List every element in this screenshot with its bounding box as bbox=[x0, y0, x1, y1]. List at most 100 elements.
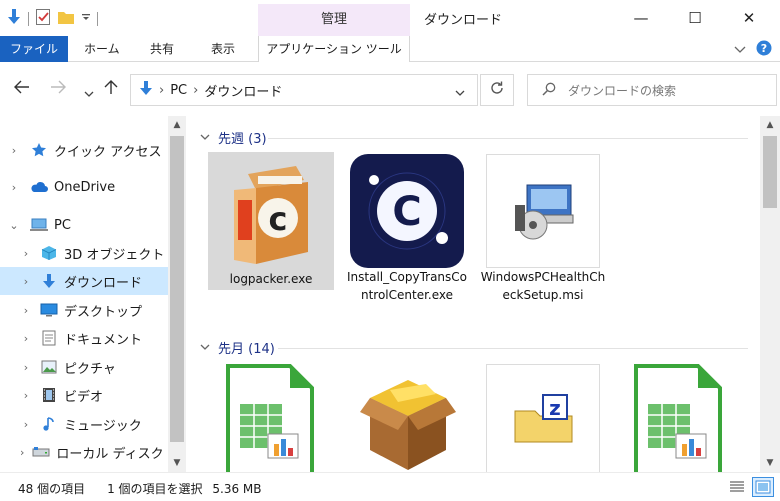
search-icon bbox=[542, 82, 556, 99]
address-separator[interactable]: › bbox=[193, 83, 198, 98]
nav-item-pictures[interactable]: › ピクチャ bbox=[0, 353, 168, 381]
tab-view[interactable]: 表示 bbox=[211, 36, 235, 62]
file-item-package[interactable] bbox=[344, 362, 470, 472]
pc-icon bbox=[30, 217, 48, 233]
file-item-spreadsheet-2[interactable] bbox=[616, 362, 742, 472]
download-arrow-icon[interactable] bbox=[6, 8, 22, 29]
nav-item-downloads[interactable]: › ダウンロード bbox=[0, 267, 168, 295]
group-header-last-week[interactable]: 先週 (3) bbox=[200, 128, 267, 147]
file-item-logpacker[interactable]: c logpacker.exe bbox=[208, 152, 334, 290]
customize-dropdown-icon[interactable] bbox=[81, 11, 91, 26]
status-bar: 48 個の項目 1 個の項目を選択 5.36 MB bbox=[0, 472, 780, 501]
address-separator[interactable]: › bbox=[159, 83, 164, 98]
close-button[interactable]: ✕ bbox=[722, 0, 776, 36]
help-icon[interactable]: ? bbox=[756, 40, 772, 59]
installer-box-c-icon: c bbox=[214, 156, 328, 270]
details-view-icon bbox=[730, 481, 744, 492]
nav-item-pc[interactable]: ⌄ PC bbox=[0, 211, 168, 239]
recent-locations-icon[interactable] bbox=[84, 83, 94, 102]
file-item-windows-pc-health-check[interactable]: WindowsPCHealthCheckSetup.msi bbox=[480, 152, 606, 312]
selected-count: 1 個の項目を選択 bbox=[107, 482, 203, 496]
expand-chevron[interactable]: › bbox=[20, 332, 32, 345]
file-item-spreadsheet-1[interactable] bbox=[208, 362, 334, 472]
toolbar-divider bbox=[28, 11, 29, 26]
scroll-down-arrow-icon[interactable]: ▼ bbox=[168, 458, 186, 468]
large-icons-view-icon bbox=[755, 480, 771, 494]
expand-chevron[interactable]: › bbox=[20, 304, 32, 317]
cube-icon bbox=[40, 245, 58, 261]
expand-chevron[interactable]: › bbox=[8, 144, 20, 157]
new-folder-icon[interactable] bbox=[57, 9, 75, 28]
breadcrumb-pc[interactable]: PC bbox=[170, 83, 187, 98]
nav-item-desktop[interactable]: › デスクトップ bbox=[0, 296, 168, 324]
package-box-icon bbox=[350, 368, 464, 472]
expand-chevron[interactable]: › bbox=[20, 446, 24, 459]
zip-folder-icon: z bbox=[486, 364, 600, 472]
up-arrow-icon[interactable] bbox=[104, 79, 118, 99]
ribbon-tab-bar: ファイル ホーム 共有 表示 アプリケーション ツール ? bbox=[0, 36, 780, 62]
collapse-chevron-icon[interactable] bbox=[200, 340, 210, 355]
expand-ribbon-icon[interactable] bbox=[734, 43, 746, 57]
manage-context-tab[interactable]: 管理 bbox=[258, 4, 410, 36]
expand-chevron[interactable]: › bbox=[20, 389, 32, 402]
disk-icon bbox=[32, 444, 50, 460]
minimize-button[interactable]: — bbox=[614, 0, 668, 36]
svg-text:c: c bbox=[269, 200, 288, 238]
expand-chevron[interactable]: › bbox=[20, 418, 32, 431]
expand-chevron[interactable]: › bbox=[20, 361, 32, 374]
cloud-icon bbox=[30, 179, 48, 195]
nav-label: ミュージック bbox=[64, 418, 142, 434]
scroll-up-arrow-icon[interactable]: ▲ bbox=[760, 120, 780, 130]
nav-item-quick-access[interactable]: › クイック アクセス bbox=[0, 136, 168, 164]
maximize-button[interactable]: ☐ bbox=[668, 0, 722, 36]
breadcrumb-downloads[interactable]: ダウンロード bbox=[204, 81, 282, 100]
group-divider bbox=[278, 348, 748, 349]
nav-item-local-disk[interactable]: › ローカル ディスク (C bbox=[0, 438, 182, 466]
tab-share[interactable]: 共有 bbox=[150, 36, 174, 62]
nav-label: PC bbox=[54, 217, 71, 233]
nav-label: ビデオ bbox=[64, 389, 104, 405]
forward-arrow-icon[interactable] bbox=[50, 79, 66, 98]
file-item-copytrans[interactable]: C Install_CopyTransControlCenter.exe bbox=[344, 152, 470, 328]
nav-item-3d-objects[interactable]: › 3D オブジェクト bbox=[0, 239, 168, 267]
group-header-last-month[interactable]: 先月 (14) bbox=[200, 338, 275, 357]
scroll-down-arrow-icon[interactable]: ▼ bbox=[760, 458, 780, 468]
svg-text:z: z bbox=[549, 396, 561, 420]
msi-installer-icon bbox=[486, 154, 600, 268]
tab-file[interactable]: ファイル bbox=[0, 36, 68, 62]
nav-item-documents[interactable]: › ドキュメント bbox=[0, 324, 168, 352]
nav-label: ドキュメント bbox=[64, 332, 143, 348]
collapse-chevron-icon[interactable] bbox=[200, 130, 210, 145]
file-item-zip[interactable]: z bbox=[480, 362, 606, 472]
details-view-button[interactable] bbox=[726, 477, 748, 497]
expand-chevron[interactable]: › bbox=[20, 247, 32, 260]
nav-label: クイック アクセス bbox=[54, 144, 162, 160]
nav-item-music[interactable]: › ミュージック bbox=[0, 410, 168, 438]
scroll-up-arrow-icon[interactable]: ▲ bbox=[168, 120, 186, 130]
refresh-button[interactable] bbox=[480, 74, 514, 106]
svg-text:C: C bbox=[392, 189, 421, 235]
scrollbar-thumb[interactable] bbox=[763, 136, 777, 208]
address-history-chevron-icon[interactable] bbox=[455, 86, 465, 101]
search-box[interactable]: ダウンロードの検索 bbox=[527, 74, 777, 106]
navigation-bar: › PC › ダウンロード ダウンロードの検索 bbox=[0, 62, 780, 116]
address-bar[interactable]: › PC › ダウンロード bbox=[130, 74, 478, 106]
large-icons-view-button[interactable] bbox=[752, 477, 774, 497]
collapse-chevron[interactable]: ⌄ bbox=[8, 219, 20, 232]
nav-pane-scrollbar[interactable]: ▲ ▼ bbox=[168, 116, 186, 472]
copytrans-icon: C bbox=[350, 154, 464, 268]
nav-item-videos[interactable]: › ビデオ bbox=[0, 381, 168, 409]
back-arrow-icon[interactable] bbox=[14, 79, 30, 98]
nav-item-onedrive[interactable]: › OneDrive bbox=[0, 173, 168, 201]
video-icon bbox=[40, 387, 58, 403]
desktop-icon bbox=[40, 302, 58, 318]
expand-chevron[interactable]: › bbox=[20, 275, 32, 288]
content-scrollbar[interactable]: ▲ ▼ bbox=[760, 116, 780, 472]
properties-icon[interactable] bbox=[35, 8, 51, 29]
navigation-pane: › クイック アクセス › OneDrive ⌄ PC › 3D オブジェクト … bbox=[0, 116, 186, 472]
file-list-area: 先週 (3) c logpacker.exe C Install_CopyTra… bbox=[186, 116, 760, 472]
tab-application-tools[interactable]: アプリケーション ツール bbox=[258, 36, 410, 62]
scrollbar-thumb[interactable] bbox=[170, 136, 184, 442]
tab-home[interactable]: ホーム bbox=[84, 36, 120, 62]
expand-chevron[interactable]: › bbox=[8, 181, 20, 194]
